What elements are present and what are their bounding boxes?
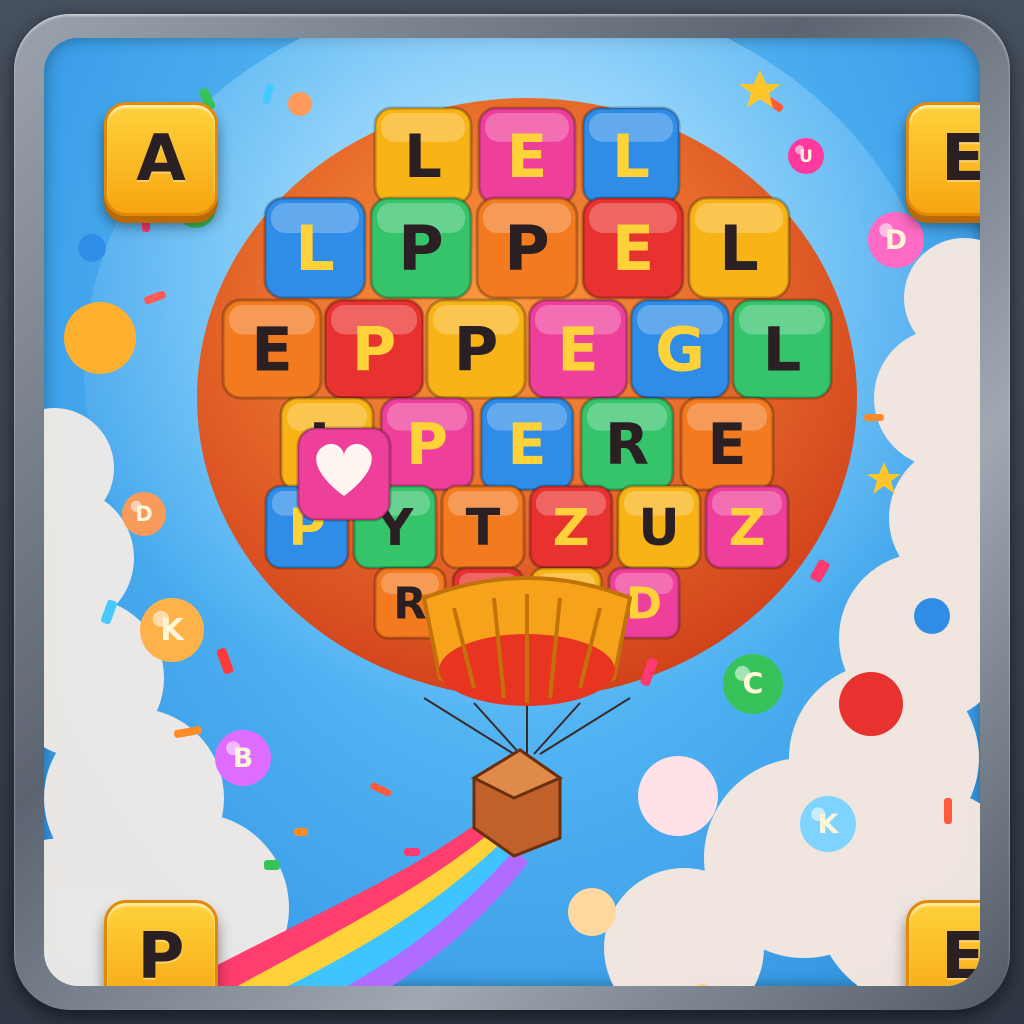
balloon-tile-letter: P bbox=[454, 316, 499, 386]
balloon-tile-letter: Z bbox=[729, 498, 766, 557]
decorative-balloon bbox=[288, 92, 312, 116]
small-balloon: B bbox=[215, 730, 271, 786]
decorative-balloon bbox=[914, 598, 950, 634]
balloon-tile[interactable]: E bbox=[581, 196, 685, 300]
balloon-tile[interactable]: L bbox=[581, 106, 681, 206]
decorative-balloon bbox=[839, 672, 903, 736]
balloon-tile[interactable]: U bbox=[616, 484, 702, 570]
balloon-tile[interactable]: Z bbox=[704, 484, 790, 570]
corner-letter: E bbox=[941, 122, 980, 196]
small-balloon: U bbox=[788, 138, 824, 174]
balloon-tile[interactable]: E bbox=[221, 298, 323, 400]
game-screen: LELLPPELEPPEGLLPEREPYTZUZRRZD VUDDKBCKT bbox=[0, 0, 1024, 1024]
balloon-tile[interactable]: L bbox=[687, 196, 791, 300]
small-balloon-letter: K bbox=[160, 613, 185, 648]
balloon-skirt bbox=[421, 576, 633, 706]
balloon-tile-letter: E bbox=[508, 412, 547, 478]
balloon-tile-letter: G bbox=[655, 316, 705, 386]
balloon-tile[interactable]: E bbox=[477, 106, 577, 206]
balloon-tile[interactable]: L bbox=[263, 196, 367, 300]
balloon-tile[interactable]: P bbox=[379, 396, 475, 492]
sky-background: LELLPPELEPPEGLLPEREPYTZUZRRZD VUDDKBCKT bbox=[44, 38, 980, 986]
balloon-tile[interactable]: E bbox=[527, 298, 629, 400]
heart-icon[interactable] bbox=[296, 426, 392, 522]
balloon-tile[interactable]: L bbox=[373, 106, 473, 206]
balloon-tile-letter: D bbox=[626, 579, 662, 629]
balloon-tile[interactable]: L bbox=[731, 298, 833, 400]
balloon-tile-letter: P bbox=[504, 212, 549, 285]
balloon-tile[interactable]: T bbox=[440, 484, 526, 570]
balloon-tile-letter: E bbox=[251, 316, 293, 386]
decorative-balloon bbox=[64, 302, 136, 374]
corner-tile-top-right[interactable]: E bbox=[906, 102, 980, 216]
small-balloon-letter: C bbox=[743, 668, 764, 701]
small-balloon: D bbox=[868, 212, 924, 268]
balloon-tile-letter: L bbox=[295, 212, 335, 285]
corner-tile-top-left[interactable]: A bbox=[104, 102, 218, 216]
corner-letter: A bbox=[136, 122, 186, 196]
balloon-tile[interactable]: E bbox=[479, 396, 575, 492]
balloon-tile-letter: P bbox=[352, 316, 397, 386]
small-balloon-letter: U bbox=[799, 147, 813, 167]
balloon-tile-letter: L bbox=[612, 123, 650, 192]
small-balloon: D bbox=[122, 492, 166, 536]
corner-tile-bottom-left[interactable]: P bbox=[104, 900, 218, 986]
balloon-tile[interactable]: Z bbox=[528, 484, 614, 570]
small-balloon: K bbox=[800, 796, 856, 852]
balloon-tile-letter: R bbox=[393, 579, 426, 629]
corner-letter: E bbox=[941, 920, 980, 986]
balloon-tile[interactable]: R bbox=[579, 396, 675, 492]
balloon-tile[interactable]: P bbox=[475, 196, 579, 300]
balloon-tile-letter: T bbox=[466, 498, 501, 557]
small-balloon-letter: B bbox=[233, 743, 253, 774]
balloon-tile[interactable]: E bbox=[679, 396, 775, 492]
balloon-tile-letter: L bbox=[719, 212, 759, 285]
balloon-tile-letter: E bbox=[507, 123, 548, 192]
balloon-tile-letter: E bbox=[708, 412, 747, 478]
balloon-tile-letter: E bbox=[612, 212, 654, 285]
corner-letter: P bbox=[137, 920, 185, 986]
decorative-balloon bbox=[568, 888, 616, 936]
small-balloon-letter: D bbox=[885, 225, 907, 256]
balloon-tile-letter: L bbox=[763, 316, 802, 386]
balloon-tile-letter: L bbox=[404, 123, 442, 192]
balloon-tile[interactable]: P bbox=[425, 298, 527, 400]
balloon-tile-letter: R bbox=[605, 412, 649, 478]
small-balloon: K bbox=[140, 598, 204, 662]
balloon-tile-letter: U bbox=[638, 498, 679, 557]
balloon-tile[interactable]: G bbox=[629, 298, 731, 400]
small-balloon-letter: D bbox=[135, 502, 152, 526]
corner-tile-bottom-right[interactable]: E bbox=[906, 900, 980, 986]
balloon-tile-letter: P bbox=[398, 212, 443, 285]
small-balloon: C bbox=[723, 654, 783, 714]
small-balloon-letter: K bbox=[818, 809, 840, 840]
balloon-tile[interactable]: P bbox=[369, 196, 473, 300]
balloon-tile-letter: E bbox=[557, 316, 599, 386]
balloon-tile-letter: P bbox=[406, 412, 448, 478]
decorative-balloon bbox=[638, 756, 718, 836]
balloon-tile-letter: Z bbox=[553, 498, 590, 557]
balloon-tile[interactable]: P bbox=[323, 298, 425, 400]
decorative-balloon bbox=[78, 234, 106, 262]
